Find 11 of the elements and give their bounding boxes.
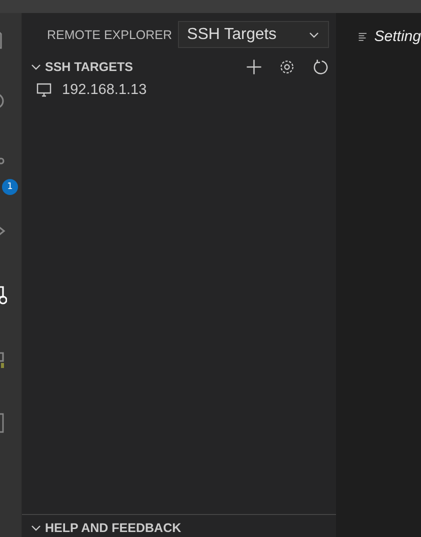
add-icon[interactable] — [245, 58, 263, 76]
target-item[interactable]: 192.168.1.13 — [22, 76, 336, 98]
section-title[interactable]: HELP AND FEEDBACK — [45, 521, 182, 535]
panel-title: REMOTE EXPLORER — [47, 28, 172, 42]
count-badge: 1 — [2, 179, 18, 195]
section-title[interactable]: SSH TARGETS — [45, 60, 133, 74]
list-icon — [358, 31, 368, 42]
editor-tab[interactable]: Setting — [336, 13, 421, 45]
refresh-icon[interactable] — [311, 58, 329, 76]
settings-icon[interactable] — [278, 58, 296, 76]
view-dropdown[interactable]: SSH Targets — [178, 21, 330, 48]
